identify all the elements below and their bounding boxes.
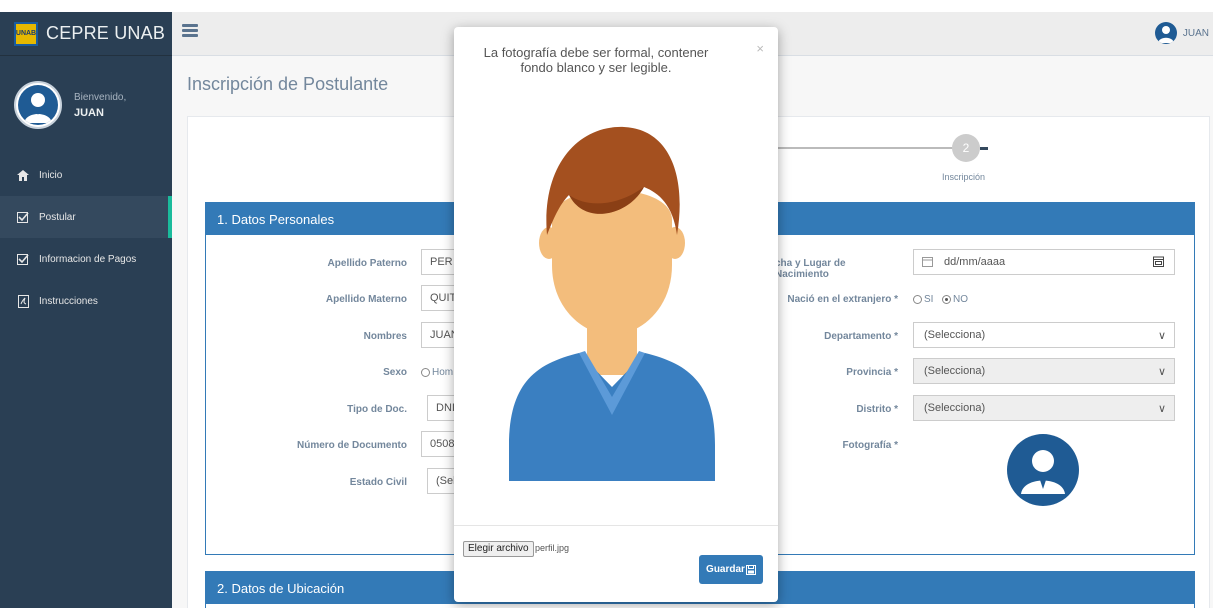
modal-divider — [454, 525, 778, 526]
choose-file-button[interactable]: Elegir archivo — [463, 541, 534, 557]
selected-file-name: perfil.jpg — [535, 543, 570, 553]
floppy-disk-icon — [745, 564, 756, 575]
example-portrait-illustration — [509, 126, 715, 481]
photo-upload-modal: La fotografía debe ser formal, contener … — [454, 27, 778, 602]
close-icon[interactable]: × — [756, 41, 764, 56]
save-button[interactable]: Guardar — [699, 555, 763, 584]
save-button-label: Guardar — [706, 564, 745, 575]
modal-title: La fotografía debe ser formal, contener … — [483, 45, 709, 75]
